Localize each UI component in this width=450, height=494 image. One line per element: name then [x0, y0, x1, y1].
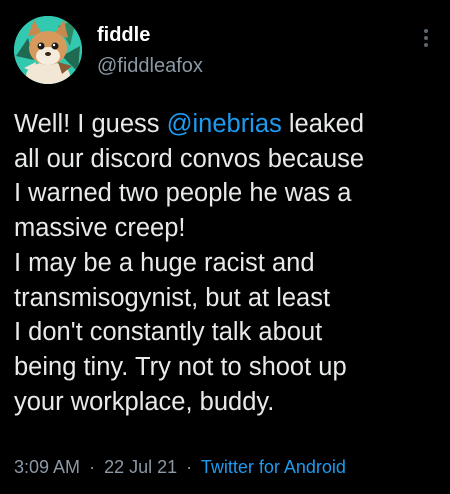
display-name[interactable]: fiddle	[97, 22, 203, 48]
tweet-text-line: being tiny. Try not to shoot up	[14, 352, 347, 381]
more-vertical-icon-dot	[424, 36, 428, 40]
tweet-text: Well! I guess @inebrias leaked all our d…	[14, 107, 442, 419]
avatar[interactable]	[14, 16, 82, 84]
tweet-text-line: transmisogynist, but at least	[14, 283, 331, 312]
tweet-text-line: all our discord convos because	[14, 144, 365, 173]
tweet: fiddle @fiddleafox Well! I guess @inebri…	[0, 0, 450, 494]
tweet-text-segment: Well! I guess	[14, 110, 167, 138]
more-vertical-icon	[424, 29, 428, 33]
tweet-time[interactable]: 3:09 AM	[14, 457, 80, 477]
tweet-text-line: your workplace, buddy.	[14, 387, 275, 416]
more-vertical-icon-dot	[424, 43, 428, 47]
fox-avatar-image	[14, 16, 82, 84]
tweet-text-line: I warned two people he was a	[14, 179, 352, 208]
tweet-text-line: Well! I guess @inebrias leaked	[14, 107, 442, 142]
mention-link[interactable]: @inebrias	[167, 110, 282, 138]
more-options-button[interactable]	[414, 24, 438, 52]
tweet-meta: 3:09 AM · 22 Jul 21 · Twitter for Androi…	[14, 455, 346, 479]
tweet-source-link[interactable]: Twitter for Android	[201, 457, 346, 477]
tweet-text-segment: leaked	[281, 110, 365, 138]
user-handle[interactable]: @fiddleafox	[97, 53, 203, 79]
meta-separator: ·	[89, 457, 96, 477]
tweet-date[interactable]: 22 Jul 21	[104, 457, 177, 477]
meta-separator: ·	[186, 457, 193, 477]
tweet-text-line: I may be a huge racist and	[14, 248, 315, 277]
tweet-text-line: I don't constantly talk about	[14, 318, 323, 347]
tweet-text-line: massive creep!	[14, 214, 186, 243]
author-block[interactable]: fiddle @fiddleafox	[97, 22, 203, 79]
